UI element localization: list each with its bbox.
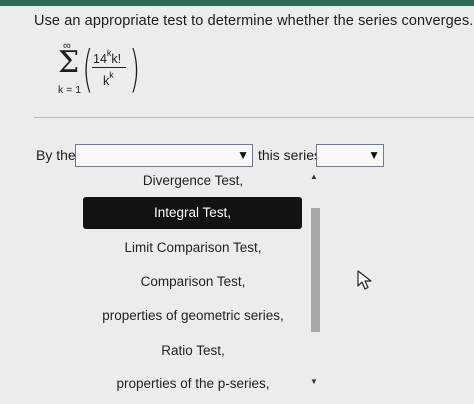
question-text: Use an appropriate test to determine whe… [34, 13, 474, 29]
scrollbar-thumb[interactable] [311, 208, 320, 332]
option-limit-comparison-test[interactable]: Limit Comparison Test, [78, 240, 308, 255]
option-divergence-test[interactable]: Divergence Test, [78, 173, 308, 188]
fraction-denominator: kk [103, 70, 114, 88]
top-accent-bar [0, 0, 474, 6]
fraction-numerator: 14kk! [93, 48, 122, 67]
option-comparison-test[interactable]: Comparison Test, [78, 274, 308, 289]
answer-middle-label: this series [258, 147, 322, 163]
right-paren: ) [129, 40, 141, 98]
left-paren: ( [82, 40, 94, 98]
sum-lower-limit: k = 1 [58, 84, 82, 96]
summation-symbol: Σ [58, 45, 80, 80]
test-dropdown-list: Divergence Test, Integral Test, Limit Co… [78, 168, 326, 404]
answer-prefix-label: By the [36, 147, 76, 163]
dropdown-arrow-icon[interactable]: ▼ [237, 149, 249, 162]
option-p-series[interactable]: properties of the p-series, [78, 376, 308, 391]
scroll-up-arrow-icon[interactable]: ▲ [310, 172, 318, 181]
fraction-bar [92, 67, 126, 68]
scroll-down-arrow-icon[interactable]: ▼ [310, 377, 318, 386]
numerator-exponent: k [106, 48, 112, 58]
numerator-base: 14 [93, 52, 107, 67]
conclusion-select[interactable]: ▼ [316, 144, 384, 167]
denominator-exponent: k [109, 70, 114, 80]
option-integral-test[interactable]: Integral Test, [83, 197, 302, 229]
dropdown-arrow-icon[interactable]: ▼ [368, 149, 380, 162]
section-divider [34, 117, 474, 118]
test-select[interactable]: ▼ [75, 144, 253, 167]
option-geometric-series[interactable]: properties of geometric series, [78, 308, 308, 323]
numerator-factorial: k! [111, 52, 122, 67]
mouse-pointer-icon [357, 270, 372, 290]
option-ratio-test[interactable]: Ratio Test, [78, 343, 308, 358]
